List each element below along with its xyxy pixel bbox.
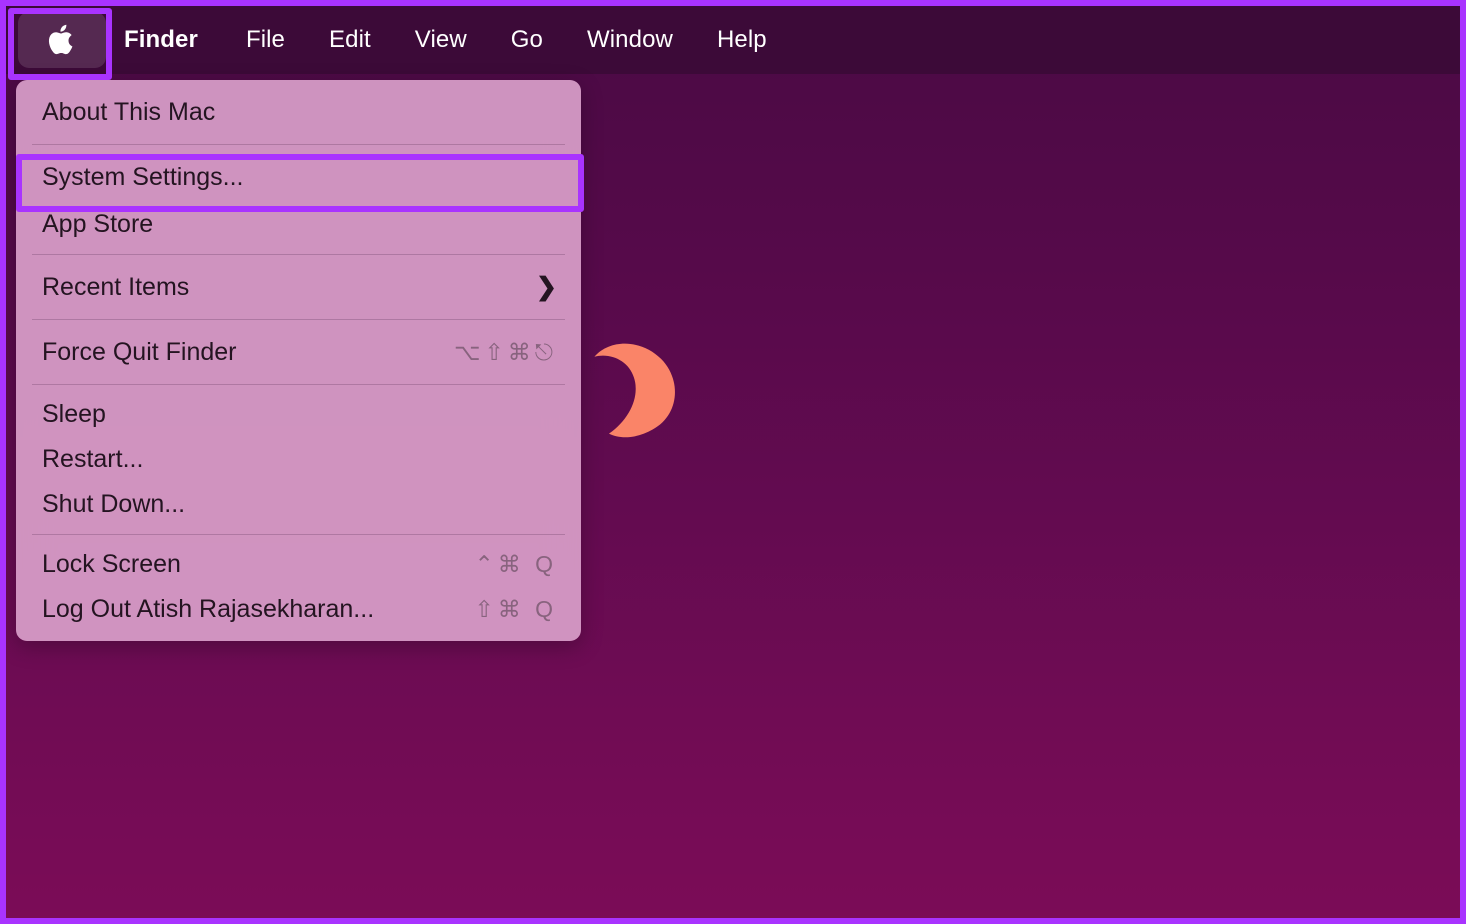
- menu-separator: [32, 319, 565, 320]
- menu-item-label: Force Quit Finder: [42, 337, 237, 366]
- menu-item-system-settings[interactable]: System Settings...: [16, 152, 581, 202]
- menu-item-app-store[interactable]: App Store: [16, 202, 581, 247]
- chevron-right-icon: ❯: [536, 272, 557, 301]
- menu-bar-item-help[interactable]: Help: [695, 28, 789, 52]
- menu-item-shortcut: ⇧⌘ Q: [474, 596, 557, 622]
- menu-item-sleep[interactable]: Sleep: [16, 392, 581, 437]
- menu-item-recent-items[interactable]: Recent Items ❯: [16, 262, 581, 312]
- menu-item-restart[interactable]: Restart...: [16, 437, 581, 482]
- menu-item-lock-screen[interactable]: Lock Screen ⌃⌘ Q: [16, 542, 581, 587]
- menu-bar-item-edit[interactable]: Edit: [307, 28, 393, 52]
- menu-item-label: Lock Screen: [42, 550, 181, 578]
- menu-bar-item-go[interactable]: Go: [489, 28, 565, 52]
- menu-bar-item-file[interactable]: File: [224, 28, 307, 52]
- desktop-screen: Finder File Edit View Go Window Help Abo…: [6, 6, 1460, 918]
- menu-separator: [32, 254, 565, 255]
- menu-bar-item-window[interactable]: Window: [565, 28, 695, 52]
- apple-logo-icon: [48, 24, 73, 55]
- menu-item-label: Restart...: [42, 445, 144, 473]
- menu-item-label: Shut Down...: [42, 490, 186, 518]
- menu-bar-item-view[interactable]: View: [393, 28, 489, 52]
- menu-bar-item-finder[interactable]: Finder: [106, 28, 224, 52]
- apple-dropdown-menu: About This Mac System Settings... App St…: [16, 80, 581, 641]
- menu-item-label: Sleep: [42, 400, 106, 428]
- menu-item-label: Recent Items: [42, 272, 190, 301]
- apple-menu-button[interactable]: [18, 12, 106, 68]
- crescent-moon-icon: [594, 343, 675, 438]
- menu-item-label: System Settings...: [42, 162, 244, 191]
- menu-bar: Finder File Edit View Go Window Help: [6, 6, 1460, 74]
- menu-item-shortcut: ⌥⇧⌘⎋: [454, 338, 557, 365]
- menu-separator: [32, 384, 565, 385]
- menu-item-label: About This Mac: [42, 97, 216, 126]
- menu-item-force-quit-finder[interactable]: Force Quit Finder ⌥⇧⌘⎋: [16, 327, 581, 377]
- menu-item-shut-down[interactable]: Shut Down...: [16, 482, 581, 527]
- menu-item-label: Log Out Atish Rajasekharan...: [42, 595, 375, 623]
- menu-item-about-this-mac[interactable]: About This Mac: [16, 87, 581, 137]
- menu-item-log-out[interactable]: Log Out Atish Rajasekharan... ⇧⌘ Q: [16, 587, 581, 632]
- menu-item-shortcut: ⌃⌘ Q: [474, 551, 557, 577]
- menu-separator: [32, 534, 565, 535]
- menu-separator: [32, 144, 565, 145]
- menu-item-label: App Store: [42, 210, 154, 238]
